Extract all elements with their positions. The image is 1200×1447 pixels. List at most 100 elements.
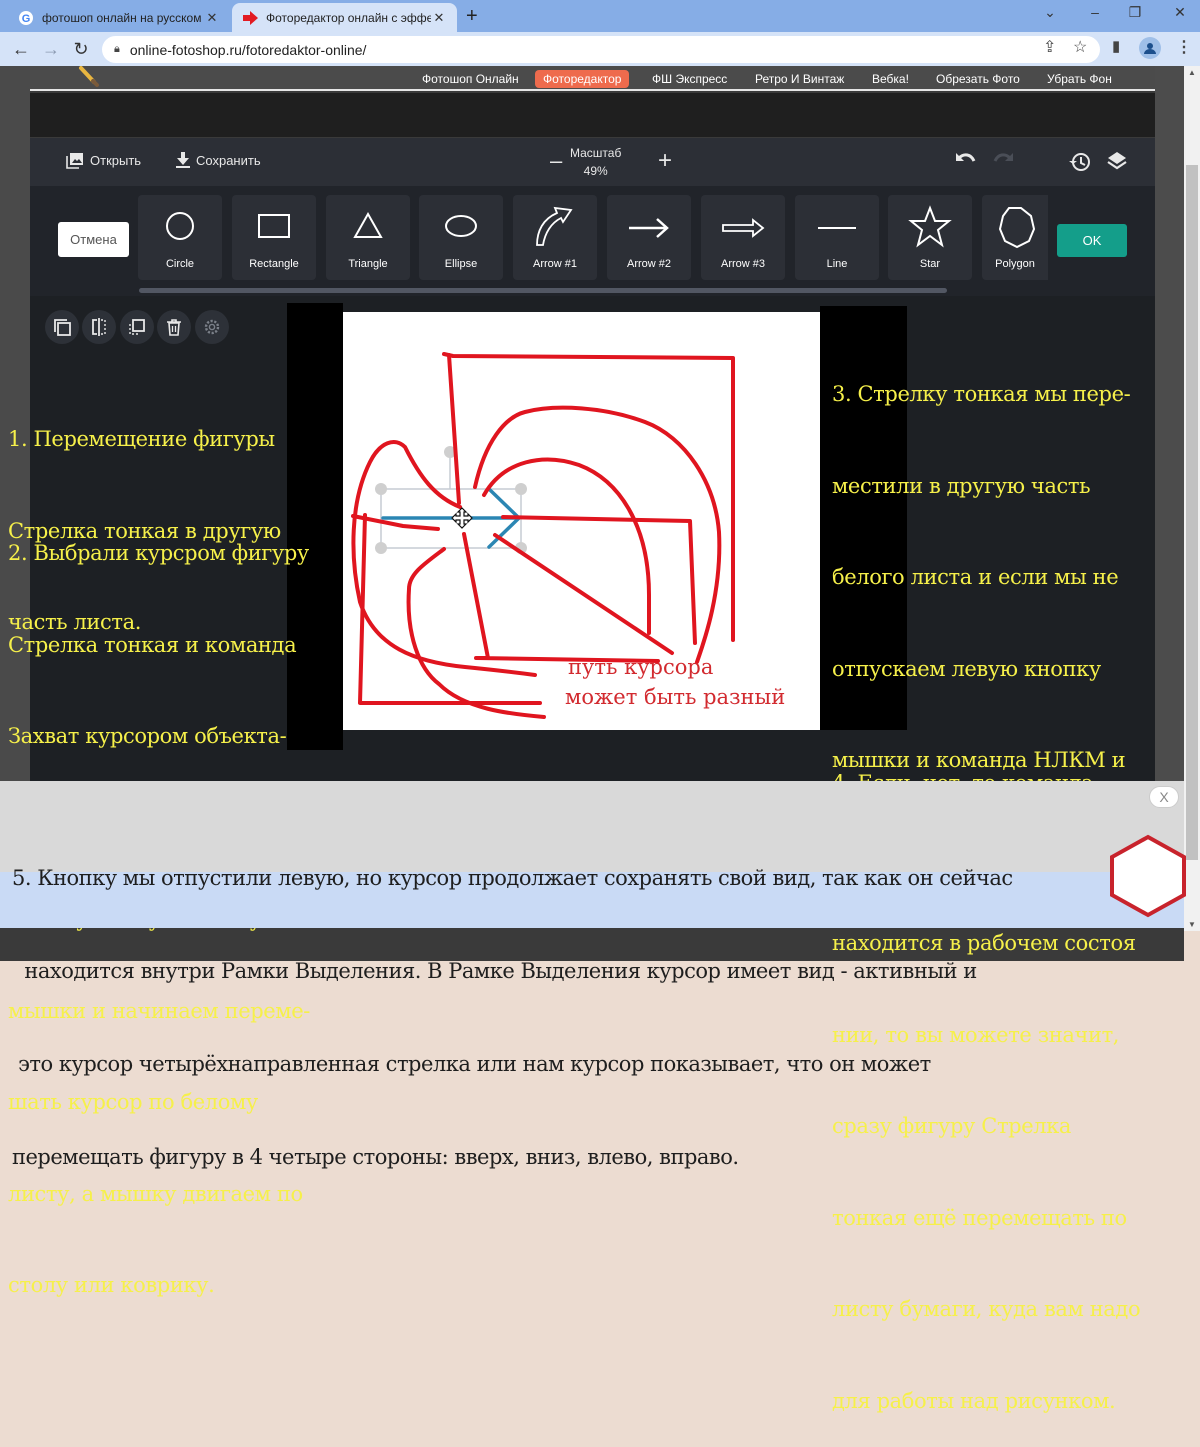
arrow-icon: [629, 218, 669, 238]
tab-google-search[interactable]: G фотошоп онлайн на русском - П ✕: [8, 3, 230, 32]
resize-handle[interactable]: [375, 542, 387, 554]
rectangle-icon: [258, 214, 290, 238]
kebab-menu-icon[interactable]: ⋮: [1176, 37, 1192, 57]
curved-arrow-icon: [536, 206, 573, 246]
layers-icon[interactable]: [1107, 151, 1127, 174]
zoom-display: Масштаб 49%: [570, 144, 621, 180]
browser-tab-strip: G фотошоп онлайн на русском - П ✕ Фоторе…: [0, 0, 1200, 32]
annotation-line: перемещать фигуру в 4 четыре стороны: вв…: [12, 1145, 739, 1169]
shape-label: Polygon: [995, 258, 1035, 270]
tab-search-chevron-icon[interactable]: ⌄: [1038, 4, 1062, 21]
side-panel-icon[interactable]: ▮: [1112, 37, 1120, 55]
bookmark-star-icon[interactable]: ☆: [1073, 37, 1087, 57]
gear-icon: [204, 319, 220, 335]
annotation-line: местили в другую часть: [832, 473, 1091, 498]
close-window-icon[interactable]: ✕: [1168, 4, 1192, 21]
shape-star[interactable]: Star: [888, 195, 972, 280]
nav-crop-photo[interactable]: Обрезать Фото: [928, 70, 1028, 88]
close-tab-icon[interactable]: ✕: [431, 10, 447, 26]
open-button[interactable]: Открыть: [66, 152, 141, 169]
nav-vebka[interactable]: Вебка!: [864, 70, 917, 88]
resize-handle[interactable]: [375, 483, 387, 495]
close-ad-button[interactable]: X: [1149, 786, 1179, 808]
annotation-line: Стрелка тонкая и команда: [8, 632, 297, 657]
star-icon: [908, 205, 952, 248]
shape-triangle[interactable]: Triangle: [326, 195, 410, 280]
shape-circle[interactable]: Circle: [138, 195, 222, 280]
shape-rectangle[interactable]: Rectangle: [232, 195, 316, 280]
delete-button[interactable]: [157, 310, 191, 344]
tab-fotoredaktor[interactable]: Фоторедактор онлайн с эффект ✕: [232, 3, 457, 32]
ok-button[interactable]: OK: [1057, 224, 1127, 257]
shape-label: Arrow #2: [626, 258, 672, 270]
selection-frame[interactable]: [375, 446, 527, 554]
annotation-line: столу или коврику.: [8, 1273, 215, 1297]
nav-fotoshop-online[interactable]: Фотошоп Онлайн: [414, 70, 527, 88]
triangle-icon: [353, 211, 383, 238]
annotation-line: 5. Кнопку мы отпустили левую, но курсор …: [12, 866, 1013, 890]
move-cursor-icon: [451, 507, 473, 529]
duplicate-button[interactable]: [45, 310, 79, 344]
trash-icon: [167, 319, 181, 336]
shape-arrow-1[interactable]: Arrow #1: [513, 195, 597, 280]
undo-icon[interactable]: [955, 150, 977, 171]
hexagon-logo-icon[interactable]: [1108, 834, 1188, 923]
history-icon[interactable]: [1069, 151, 1091, 176]
zoom-in-icon[interactable]: +: [658, 147, 672, 175]
drawing-canvas[interactable]: путь курсора может быть разный: [343, 312, 820, 730]
profile-avatar-icon[interactable]: [1139, 37, 1161, 59]
annotation-line: это курсор четырёхнаправленная стрелка и…: [12, 1052, 931, 1076]
new-tab-icon[interactable]: +: [466, 5, 478, 28]
shape-ellipse[interactable]: Ellipse: [419, 195, 503, 280]
address-bar[interactable]: 🔒︎ online-fotoshop.ru/fotoredaktor-onlin…: [102, 36, 1100, 63]
polygon-icon: [998, 207, 1036, 249]
shape-arrow-2[interactable]: Arrow #2: [607, 195, 691, 280]
shape-label: Rectangle: [249, 258, 299, 270]
restore-icon[interactable]: ❐: [1123, 4, 1147, 21]
nav-remove-background[interactable]: Убрать Фон: [1039, 70, 1120, 88]
duplicate-icon: [54, 319, 71, 336]
scrollbar-thumb[interactable]: [1186, 165, 1198, 860]
back-icon[interactable]: ←: [10, 39, 32, 60]
url-text: online-fotoshop.ru/fotoredaktor-online/: [129, 41, 367, 58]
flip-button[interactable]: [82, 310, 116, 344]
ellipse-icon: [445, 215, 477, 237]
share-icon[interactable]: ⇪: [1043, 37, 1056, 57]
cursor-path-caption-line1: путь курсора: [568, 655, 713, 679]
red-arrow-icon: [242, 10, 258, 26]
forward-icon[interactable]: →: [40, 39, 62, 60]
site-logo-brush-icon[interactable]: [78, 66, 100, 93]
google-icon: G: [18, 10, 34, 26]
open-label: Открыть: [90, 153, 142, 168]
annotation-line: Захват курсором объекта-: [8, 724, 287, 748]
save-button[interactable]: Сохранить: [176, 152, 261, 168]
shape-label: Arrow #1: [532, 258, 578, 270]
nav-fotoredaktor[interactable]: Фоторедактор: [535, 70, 630, 88]
download-icon: [176, 152, 190, 168]
cursor-path-caption-line2: может быть разный: [565, 685, 785, 709]
minimize-icon[interactable]: –: [1083, 4, 1107, 20]
settings-button[interactable]: [195, 310, 229, 344]
shape-line[interactable]: Line: [795, 195, 879, 280]
bring-front-button[interactable]: [120, 310, 154, 344]
nav-fsh-express[interactable]: ФШ Экспресс: [644, 70, 735, 88]
shape-polygon[interactable]: Polygon: [982, 195, 1048, 280]
shapes-scrollbar[interactable]: [139, 288, 947, 293]
reload-icon[interactable]: ↻: [70, 39, 92, 60]
resize-handle[interactable]: [515, 483, 527, 495]
lock-icon: 🔒︎: [114, 43, 120, 55]
annotation-line: 1. Перемещение фигуры: [8, 427, 275, 451]
redo-icon[interactable]: [992, 150, 1014, 171]
nav-retro-vintage[interactable]: Ретро И Винтаж: [747, 70, 852, 88]
tab-title: фотошоп онлайн на русском - П: [42, 10, 204, 25]
zoom-label: Масштаб: [570, 146, 622, 160]
annotation-line: 2. Выбрали курсром фигуру: [8, 541, 309, 565]
scroll-down-icon[interactable]: ▼: [1188, 920, 1196, 929]
shape-arrow-3[interactable]: Arrow #3: [701, 195, 785, 280]
shape-label: Star: [919, 258, 941, 270]
zoom-out-icon[interactable]: –: [550, 148, 562, 174]
line-icon: [818, 227, 856, 229]
cancel-button[interactable]: Отмена: [58, 222, 129, 257]
close-tab-icon[interactable]: ✕: [204, 10, 220, 26]
scroll-up-icon[interactable]: ▲: [1188, 68, 1196, 77]
